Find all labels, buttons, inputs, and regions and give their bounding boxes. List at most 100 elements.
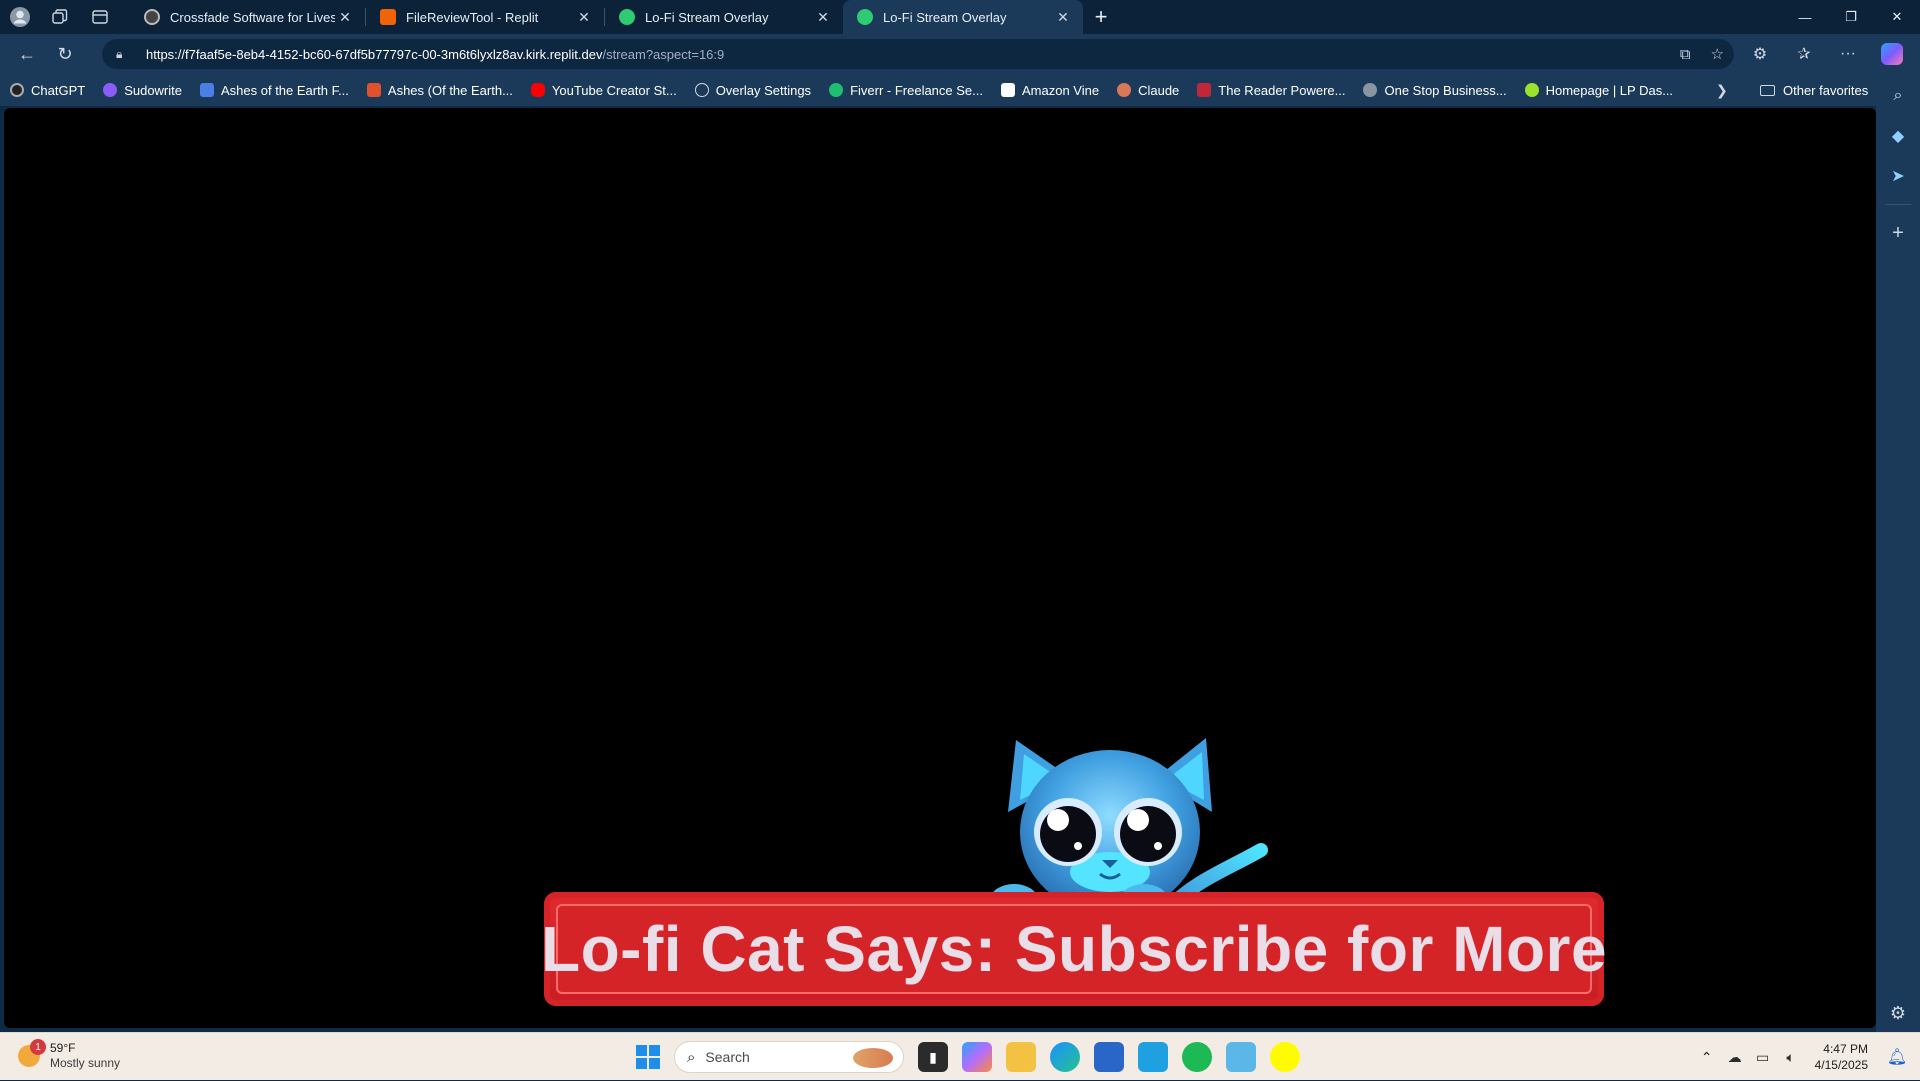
taskbar-search[interactable]: ⌕ Search (674, 1041, 904, 1073)
chevron-up-icon[interactable]: ⌃ (1693, 1049, 1721, 1066)
favorite-reader[interactable]: The Reader Powere... (1197, 83, 1345, 98)
favorite-label: Ashes of the Earth F... (221, 82, 349, 98)
favorite-one-stop[interactable]: One Stop Business... (1363, 83, 1507, 98)
fiverr-icon (829, 83, 844, 97)
favorite-star-icon[interactable]: ☆ (1711, 45, 1724, 63)
folder-icon (1760, 84, 1775, 96)
notification-badge: 1 (30, 1039, 46, 1055)
favorites-icon[interactable]: ✰ (1784, 37, 1824, 71)
search-icon[interactable]: ⌕ (1882, 84, 1914, 108)
spotify-icon[interactable] (1182, 1042, 1212, 1072)
tab-strip: Crossfade Software for Livestream ✕ File… (0, 0, 1920, 34)
amazon-icon (1001, 83, 1015, 97)
refresh-icon[interactable]: ↻ (46, 37, 84, 71)
edge-browser-icon[interactable] (1050, 1042, 1080, 1072)
favorite-ashes-doc[interactable]: Ashes of the Earth F... (200, 83, 349, 98)
favorite-label: Overlay Settings (715, 82, 812, 98)
favorite-overlay-settings[interactable]: Overlay Settings (694, 82, 812, 98)
url-path: /stream?aspect=16:9 (602, 46, 725, 62)
lock-icon[interactable]: 🔒︎ (116, 47, 132, 62)
onedrive-icon[interactable]: ☁ (1721, 1049, 1749, 1066)
favorite-label: Sudowrite (124, 82, 182, 98)
favorite-homepage[interactable]: Homepage | LP Das... (1524, 82, 1674, 98)
vertical-tabs-icon[interactable] (80, 0, 120, 34)
app-available-icon[interactable]: ⧉ (1680, 46, 1691, 63)
other-favorites[interactable]: Other favorites (1760, 74, 1868, 106)
profile-icon[interactable] (0, 0, 40, 34)
paint-icon[interactable] (1226, 1042, 1256, 1072)
close-tab-icon[interactable]: ✕ (813, 9, 833, 26)
close-tab-icon[interactable]: ✕ (574, 9, 594, 26)
replit-icon (380, 9, 396, 25)
close-tab-icon[interactable]: ✕ (335, 9, 355, 26)
start-button[interactable] (636, 1045, 660, 1069)
volume-icon[interactable]: 🔈︎ (1777, 1049, 1805, 1066)
favorite-claude[interactable]: Claude (1117, 83, 1179, 98)
search-icon: ⌕ (687, 1048, 696, 1066)
address-bar[interactable]: 🔒︎ https://f7faaf5e-8eb4-4152-bc60-67df5… (102, 39, 1734, 69)
tab-crossfade[interactable]: Crossfade Software for Livestream ✕ (130, 0, 365, 34)
favorite-sudowrite[interactable]: Sudowrite (103, 83, 182, 98)
restore-icon[interactable]: ❐ (1828, 0, 1874, 34)
url-host: https://f7faaf5e-8eb4-4152-bc60-67df5b77… (146, 46, 603, 62)
add-icon[interactable]: + (1882, 221, 1914, 245)
weather-widget[interactable]: 1 59°F Mostly sunny (18, 1039, 121, 1071)
favorite-chatgpt[interactable]: ChatGPT (10, 83, 85, 98)
favorite-label: Fiverr - Freelance Se... (850, 82, 983, 98)
favorite-amazon-vine[interactable]: Amazon Vine (1001, 83, 1099, 98)
youtube-icon (530, 83, 545, 97)
tab-title: FileReviewTool - Replit (406, 9, 539, 25)
globe-icon (694, 83, 709, 97)
favorite-label: Homepage | LP Das... (1545, 82, 1674, 98)
favorite-label: YouTube Creator St... (551, 82, 677, 98)
favorite-ashes[interactable]: Ashes (Of the Earth... (366, 83, 513, 98)
tab-lofi-overlay-active[interactable]: Lo-Fi Stream Overlay ✕ (843, 0, 1083, 34)
close-window-icon[interactable]: ✕ (1874, 0, 1920, 34)
date: 4/15/2025 (1814, 1058, 1868, 1072)
tab-filereviewtool[interactable]: FileReviewTool - Replit ✕ (366, 0, 604, 34)
favorite-label: ChatGPT (31, 82, 86, 98)
docs-icon (200, 83, 214, 97)
taskbar-apps: ⌕ Search ▮ (636, 1039, 1300, 1075)
favorite-youtube[interactable]: YouTube Creator St... (530, 82, 677, 98)
weather-condition: Mostly sunny (50, 1056, 121, 1070)
weather-temp: 59°F (50, 1041, 76, 1055)
shopping-tag-icon[interactable]: ◆ (1882, 124, 1914, 148)
network-icon[interactable]: ▭ (1749, 1049, 1777, 1066)
copilot-icon[interactable] (1872, 37, 1912, 71)
favorites-bar: ChatGPT Sudowrite Ashes of the Earth F..… (0, 74, 1920, 106)
system-tray: ⌃ ☁ ▭ 🔈︎ 4:47 PM 4/15/2025 🔔︎ (1693, 1033, 1920, 1081)
ashes-icon (366, 83, 381, 97)
windows-taskbar: 1 59°F Mostly sunny ⌕ Search ▮ ⌃ ☁ ▭ 🔈︎ … (0, 1032, 1920, 1080)
more-menu-icon[interactable]: ··· (1828, 37, 1868, 71)
sidebar-divider (1885, 204, 1911, 205)
homepage-icon (1524, 83, 1539, 97)
search-placeholder: Search (705, 1049, 750, 1065)
close-tab-icon[interactable]: ✕ (1053, 9, 1073, 26)
app-icon[interactable] (1138, 1042, 1168, 1072)
new-tab-button[interactable]: + (1083, 0, 1119, 34)
notification-bell-icon[interactable]: 🔔︎ (1882, 1047, 1912, 1067)
telegram-icon[interactable]: ➤ (1882, 164, 1914, 188)
url-text[interactable]: https://f7faaf5e-8eb4-4152-bc60-67df5b77… (146, 47, 724, 62)
navigation-bar: ← ↻ 🔒︎ https://f7faaf5e-8eb4-4152-bc60-6… (0, 34, 1920, 74)
workspaces-icon[interactable] (40, 0, 80, 34)
task-view-icon[interactable]: ▮ (918, 1042, 948, 1072)
tab-title: Crossfade Software for Livestream (170, 9, 335, 25)
chevron-right-icon[interactable]: ❯ (1716, 74, 1728, 106)
clock[interactable]: 4:47 PM 4/15/2025 (1815, 1041, 1868, 1073)
favorite-fiverr[interactable]: Fiverr - Freelance Se... (829, 83, 983, 98)
favorite-label: The Reader Powere... (1218, 82, 1346, 98)
toolbar-right: ⚙ ✰ ··· (1740, 37, 1912, 71)
microsoft-store-icon[interactable] (1094, 1042, 1124, 1072)
settings-gear-icon[interactable]: ⚙ (1890, 1003, 1906, 1024)
reader-icon (1197, 83, 1212, 97)
snapchat-icon[interactable] (1270, 1042, 1300, 1072)
file-explorer-icon[interactable] (1006, 1042, 1036, 1072)
tab-lofi-overlay-1[interactable]: Lo-Fi Stream Overlay ✕ (605, 0, 843, 34)
edge-sidebar: ⌕ ◆ ➤ + ⚙ (1876, 74, 1920, 1032)
copilot-app-icon[interactable] (962, 1042, 992, 1072)
back-icon[interactable]: ← (8, 37, 46, 71)
extensions-icon[interactable]: ⚙ (1740, 37, 1780, 71)
minimize-icon[interactable]: — (1782, 0, 1828, 34)
